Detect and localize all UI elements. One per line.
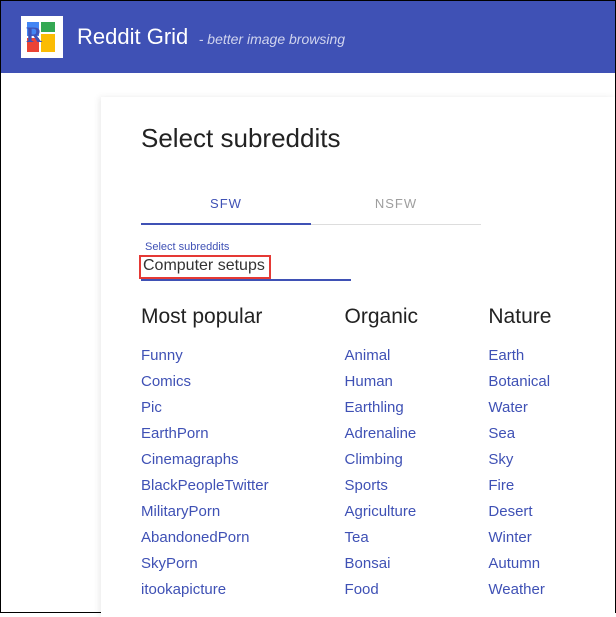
column-most-popular: Most popular Funny Comics Pic EarthPorn … — [141, 305, 307, 603]
subreddit-link[interactable]: Agriculture — [345, 499, 451, 525]
subreddit-link[interactable]: Weather — [488, 577, 575, 603]
subreddit-link[interactable]: EarthPorn — [141, 421, 307, 447]
subreddit-input[interactable] — [141, 253, 351, 281]
column-heading: Nature — [488, 305, 575, 329]
app-logo: R — [21, 16, 63, 58]
column-nature: Nature Earth Botanical Water Sea Sky Fir… — [488, 305, 575, 603]
subreddit-link[interactable]: SkyPorn — [141, 551, 307, 577]
page-title: Select subreddits — [141, 123, 575, 154]
subreddit-link[interactable]: Sports — [345, 473, 451, 499]
header-title-wrap: Reddit Grid - better image browsing — [77, 24, 345, 50]
tab-nsfw[interactable]: NSFW — [311, 184, 481, 224]
subreddit-link[interactable]: Earthling — [345, 395, 451, 421]
tab-sfw[interactable]: SFW — [141, 184, 311, 225]
subreddit-link[interactable]: Desert — [488, 499, 575, 525]
subreddit-link[interactable]: Fire — [488, 473, 575, 499]
subreddit-input-label: Select subreddits — [145, 241, 351, 253]
app-title: Reddit Grid — [77, 24, 188, 49]
app-subtitle: - better image browsing — [199, 31, 345, 47]
column-heading: Most popular — [141, 305, 307, 329]
subreddit-link[interactable]: Earth — [488, 343, 575, 369]
app-header: R Reddit Grid - better image browsing — [1, 1, 615, 73]
subreddit-link[interactable]: Bonsai — [345, 551, 451, 577]
subreddit-link[interactable]: Food — [345, 577, 451, 603]
subreddit-link[interactable]: Cinemagraphs — [141, 447, 307, 473]
subreddit-link[interactable]: Comics — [141, 369, 307, 395]
subreddit-link[interactable]: Sea — [488, 421, 575, 447]
subreddit-input-wrap: Select subreddits — [141, 241, 351, 281]
content-tabs: SFW NSFW — [141, 184, 481, 225]
subreddit-link[interactable]: Sky — [488, 447, 575, 473]
subreddit-link[interactable]: BlackPeopleTwitter — [141, 473, 307, 499]
subreddit-link[interactable]: Winter — [488, 525, 575, 551]
category-columns: Most popular Funny Comics Pic EarthPorn … — [141, 305, 575, 603]
svg-text:R: R — [26, 22, 43, 47]
column-heading: Organic — [345, 305, 451, 329]
main-panel: Select subreddits SFW NSFW Select subred… — [101, 97, 615, 617]
column-organic: Organic Animal Human Earthling Adrenalin… — [345, 305, 451, 603]
subreddit-link[interactable]: Pic — [141, 395, 307, 421]
subreddit-link[interactable]: Human — [345, 369, 451, 395]
subreddit-link[interactable]: Animal — [345, 343, 451, 369]
subreddit-link[interactable]: Climbing — [345, 447, 451, 473]
subreddit-link[interactable]: itookapicture — [141, 577, 307, 603]
subreddit-link[interactable]: Botanical — [488, 369, 575, 395]
subreddit-link[interactable]: MilitaryPorn — [141, 499, 307, 525]
subreddit-link[interactable]: Funny — [141, 343, 307, 369]
subreddit-link[interactable]: Autumn — [488, 551, 575, 577]
subreddit-link[interactable]: AbandonedPorn — [141, 525, 307, 551]
subreddit-link[interactable]: Tea — [345, 525, 451, 551]
subreddit-link[interactable]: Adrenaline — [345, 421, 451, 447]
subreddit-link[interactable]: Water — [488, 395, 575, 421]
